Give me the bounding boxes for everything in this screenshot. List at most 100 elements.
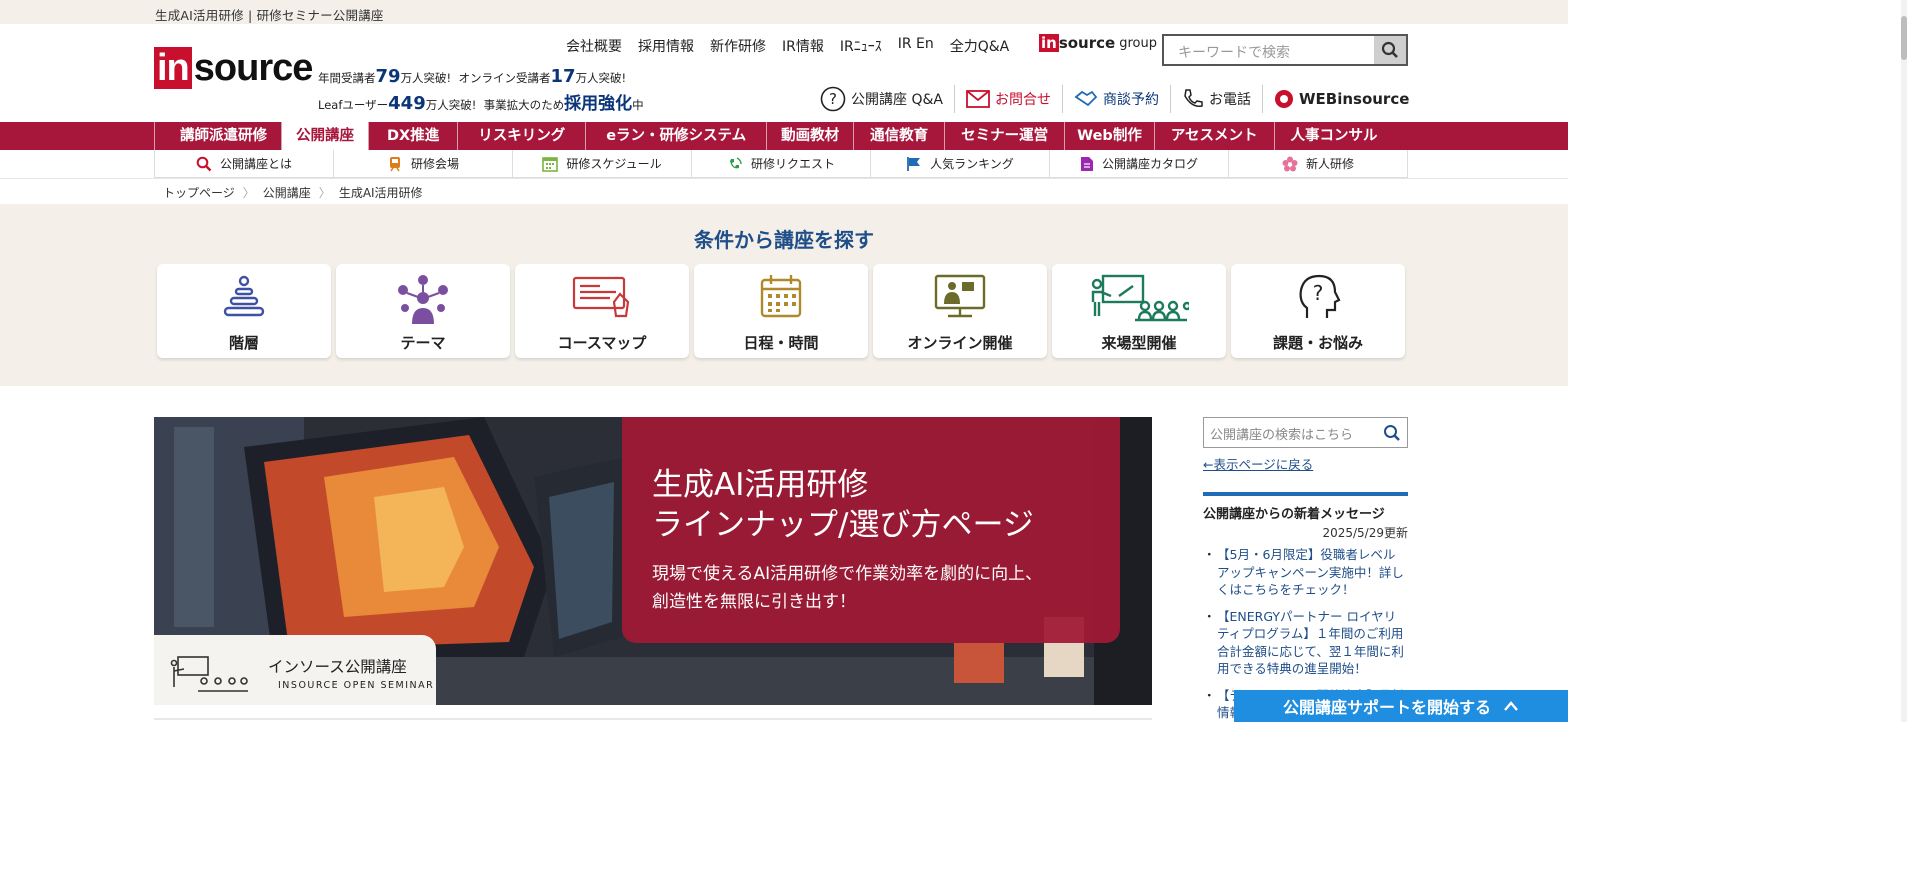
- keyword-search[interactable]: キーワードで検索: [1162, 34, 1408, 66]
- breadcrumb-open-seminar[interactable]: 公開講座: [263, 184, 311, 201]
- hero-banner[interactable]: 生成AI活用研修 ラインナップ/選び方ページ 現場で使えるAI活用研修で作業効率…: [154, 417, 1152, 705]
- question-circle-icon: ?: [820, 86, 846, 112]
- meeting-link[interactable]: 商談予約: [1063, 85, 1171, 113]
- theme-network-icon: [398, 275, 448, 324]
- subnav-about[interactable]: 公開講座とは: [154, 150, 333, 177]
- main-nav: 講師派遣研修 公開講座 DX推進 リスキリング eラン・研修システム 動画教材 …: [0, 122, 1568, 150]
- course-finder-title: 条件から講座を探す: [694, 228, 874, 252]
- mail-icon: [966, 90, 990, 108]
- news-item[interactable]: 【5月・6月限定】役職者レベルアップキャンペーン実施中！詳しくはこちらをチェック…: [1203, 546, 1407, 599]
- search-input[interactable]: キーワードで検索: [1178, 42, 1290, 62]
- subnav-schedule[interactable]: 研修スケジュール: [512, 150, 691, 177]
- mainnav-video[interactable]: 動画教材: [766, 122, 853, 150]
- search-icon[interactable]: [1383, 424, 1401, 446]
- calendar-icon: [542, 156, 559, 172]
- course-map-icon: [572, 276, 630, 318]
- svg-text:?: ?: [829, 90, 837, 108]
- head-question-icon: ?: [1299, 274, 1341, 318]
- nav-new-training[interactable]: 新作研修: [710, 36, 766, 56]
- mainnav-dx[interactable]: DX推進: [368, 122, 457, 150]
- phone-signal-icon: [729, 156, 742, 168]
- scrollbar[interactable]: [1901, 0, 1907, 722]
- svg-text:?: ?: [1313, 281, 1324, 305]
- nav-qa[interactable]: 全力Q&A: [950, 36, 1010, 56]
- insource-logo[interactable]: in source: [154, 47, 314, 89]
- mainnav-elearning[interactable]: eラン・研修システム: [585, 122, 766, 150]
- hero-text-panel: 生成AI活用研修 ラインナップ/選び方ページ 現場で使えるAI活用研修で作業効率…: [622, 417, 1120, 643]
- search-icon: [196, 156, 212, 171]
- news-divider: [1203, 492, 1408, 496]
- top-bar: 生成AI活用研修 | 研修セミナー公開講座: [0, 0, 1568, 24]
- subnav-newcomer[interactable]: 新人研修: [1228, 150, 1408, 177]
- mainnav-seminar-ops[interactable]: セミナー運営: [944, 122, 1064, 150]
- finder-card-theme[interactable]: テーマ: [336, 264, 510, 358]
- logo-in: in: [154, 47, 192, 89]
- mainnav-assessment[interactable]: アセスメント: [1153, 122, 1274, 150]
- finder-card-onsite[interactable]: 来場型開催: [1052, 264, 1226, 358]
- course-finder: 条件から講座を探す 階層 テーマ コースマップ 日程・時間 オンライン開催 来場…: [0, 204, 1568, 386]
- classroom-icon: [1091, 274, 1189, 322]
- back-link[interactable]: ←表示ページに戻る: [1203, 454, 1313, 473]
- finder-card-course-map[interactable]: コースマップ: [515, 264, 689, 358]
- mainnav-correspondence[interactable]: 通信教育: [853, 122, 944, 150]
- qa-link[interactable]: ? 公開講座 Q&A: [820, 85, 955, 113]
- webinsource-logo-icon: [1274, 90, 1293, 108]
- hierarchy-icon: [223, 275, 265, 317]
- nav-company[interactable]: 会社概要: [566, 36, 622, 56]
- breadcrumb-current: 生成AI活用研修: [338, 186, 423, 200]
- search-icon: [1381, 41, 1398, 58]
- breadcrumb: トップページ 〉 公開講座 〉 生成AI活用研修: [0, 178, 1568, 204]
- flower-icon: [1282, 156, 1298, 171]
- mainnav-hr-consulting[interactable]: 人事コンサル: [1273, 122, 1394, 150]
- sidebar-search[interactable]: 公開講座の検索はこちら: [1203, 417, 1408, 448]
- news-title: 公開講座からの新着メッセージ: [1203, 507, 1385, 522]
- nav-ir-en[interactable]: IR En: [898, 36, 934, 56]
- phone-link[interactable]: お電話: [1171, 85, 1263, 113]
- handshake-icon: [1074, 90, 1098, 107]
- news-date: 2025/5/29更新: [1322, 526, 1408, 540]
- subnav-ranking[interactable]: 人気ランキング: [870, 150, 1049, 177]
- subnav-catalog[interactable]: 公開講座カタログ: [1049, 150, 1228, 177]
- stats-banner: 年間受講者79万人突破! オンライン受講者17万人突破! Leafユーザー449…: [318, 66, 644, 114]
- mainnav-web[interactable]: Web制作: [1064, 122, 1154, 150]
- subnav-venue[interactable]: 研修会場: [333, 150, 512, 177]
- subnav-request[interactable]: 研修リクエスト: [691, 150, 870, 177]
- news-item[interactable]: 【ENERGYパートナー ロイヤリティプログラム】１年間のご利用合計金額に応じて…: [1203, 608, 1407, 678]
- calendar-icon: [760, 275, 802, 318]
- breadcrumb-separator: 〉: [242, 186, 255, 200]
- logo-source: source: [193, 47, 314, 89]
- content-divider: [154, 718, 1152, 720]
- finder-card-online[interactable]: オンライン開催: [873, 264, 1047, 358]
- insource-group-link[interactable]: in source group: [1039, 34, 1157, 52]
- sidebar-search-input[interactable]: 公開講座の検索はこちら: [1210, 424, 1353, 443]
- scrollbar-thumb[interactable]: [1901, 16, 1907, 60]
- train-icon: [389, 156, 400, 171]
- flag-icon: [907, 156, 921, 171]
- support-start-button[interactable]: 公開講座サポートを開始する: [1234, 690, 1568, 722]
- breadcrumb-separator: 〉: [318, 186, 331, 200]
- phone-icon: [1184, 89, 1203, 108]
- hero-description: 現場で使えるAI活用研修で作業効率を劇的に向上、 創造性を無限に引き出す！: [652, 564, 1043, 612]
- webinsource-link[interactable]: WEBinsource: [1263, 85, 1420, 113]
- nav-ir-info[interactable]: IR情報: [782, 36, 824, 56]
- mainnav-reskilling[interactable]: リスキリング: [457, 122, 585, 150]
- mainnav-dispatch[interactable]: 講師派遣研修: [154, 122, 281, 150]
- seminar-classroom-icon: [170, 656, 248, 692]
- finder-card-issues[interactable]: ? 課題・お悩み: [1231, 264, 1405, 358]
- document-icon: [1080, 156, 1093, 171]
- top-nav: 会社概要 採用情報 新作研修 IR情報 IRﾆｭｰｽ IR En 全力Q&A: [566, 36, 1009, 56]
- finder-card-schedule[interactable]: 日程・時間: [694, 264, 868, 358]
- mainnav-open-seminar[interactable]: 公開講座: [281, 122, 368, 150]
- nav-ir-news[interactable]: IRﾆｭｰｽ: [840, 36, 882, 56]
- contact-link[interactable]: お問合せ: [955, 85, 1063, 113]
- seminar-tag: インソース公開講座 INSOURCE OPEN SEMINAR: [154, 635, 436, 705]
- nav-recruit[interactable]: 採用情報: [638, 36, 694, 56]
- search-button[interactable]: [1374, 36, 1406, 64]
- sub-nav: 公開講座とは 研修会場 研修スケジュール 研修リクエスト 人気ランキング 公開講…: [154, 150, 1408, 178]
- breadcrumb-home[interactable]: トップページ: [163, 184, 235, 201]
- utility-links: ? 公開講座 Q&A お問合せ 商談予約 お電話 WEBinsource: [820, 84, 1420, 114]
- online-monitor-icon: [934, 274, 986, 318]
- finder-card-level[interactable]: 階層: [157, 264, 331, 358]
- chevron-up-icon: [1504, 701, 1518, 711]
- page-heading-small: 生成AI活用研修 | 研修セミナー公開講座: [155, 8, 384, 23]
